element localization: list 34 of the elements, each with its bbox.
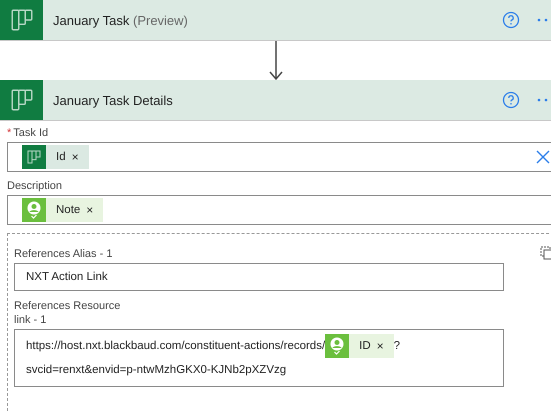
field-label: References Resource link - 1: [14, 299, 122, 327]
clear-icon[interactable]: [536, 150, 550, 164]
action-card-header[interactable]: January Task (Preview): [0, 0, 551, 41]
planner-icon: [22, 145, 46, 169]
help-icon[interactable]: [502, 91, 520, 109]
planner-icon: [0, 80, 43, 120]
planner-icon: [0, 0, 43, 40]
url-text: svcid=renxt&envid=p-ntwMzhGKX0-KJNb2pXZVzg: [26, 363, 286, 378]
help-icon[interactable]: [502, 11, 520, 29]
url-text: https://host.nxt.blackbaud.com/constituent-actions/records/: [26, 340, 326, 352]
remove-icon[interactable]: ×: [72, 150, 79, 164]
person-icon: [325, 334, 350, 358]
token-chip[interactable]: Id ×: [22, 145, 89, 169]
action-card-header[interactable]: January Task Details: [0, 80, 551, 121]
copy-icon[interactable]: [540, 246, 551, 260]
card-title: January Task Details: [53, 92, 174, 108]
remove-icon[interactable]: ×: [376, 334, 384, 358]
token-label: ID: [359, 339, 371, 354]
input-field[interactable]: NXT Action Link: [14, 263, 504, 291]
token-field[interactable]: Id ×: [7, 142, 551, 172]
card-title: January Task (Preview): [53, 12, 189, 28]
field-label: * Task Id: [7, 127, 48, 139]
token-field[interactable]: Note ×: [7, 195, 551, 225]
token-chip[interactable]: Note ×: [22, 198, 104, 222]
remove-icon[interactable]: ×: [86, 203, 94, 217]
down-arrow-icon: [268, 41, 282, 80]
field-label: References Alias - 1: [14, 248, 112, 260]
token-label: Note: [56, 204, 80, 216]
token-field[interactable]: https://host.nxt.blackbaud.com/constituent-actions/records/ ID × ? svcid=renxt&envid=p-ntwMzhGKX0-KJNb2pXZVzg: [14, 329, 504, 388]
person-icon: [22, 198, 46, 222]
url-text: ?: [394, 340, 400, 352]
token-label: Id: [56, 151, 66, 163]
field-label: Description: [7, 180, 62, 192]
token-chip[interactable]: ID ×: [325, 334, 394, 358]
